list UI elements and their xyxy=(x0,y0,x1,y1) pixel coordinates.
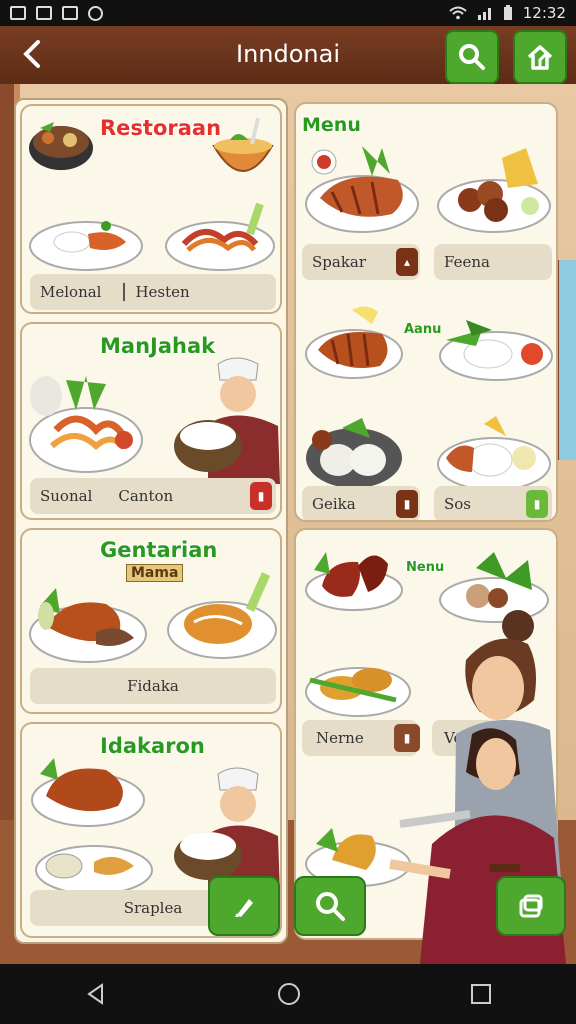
chef-with-rice-illustration xyxy=(174,357,280,484)
food-bowl-illustration xyxy=(29,122,93,170)
nav-back-icon[interactable] xyxy=(84,982,108,1006)
search-button[interactable] xyxy=(445,30,499,84)
window-decoration xyxy=(556,260,576,460)
restaurant-label-bar: Melonal Hesten xyxy=(30,274,276,310)
grilled-fish-plate-illustration xyxy=(305,146,419,233)
label-spakar: Spakar xyxy=(312,253,367,271)
rice-plate-illustration xyxy=(29,221,143,271)
glazed-chicken-illustration xyxy=(31,758,145,827)
manjahak-card[interactable]: ManJahak Suonal Canton ▮ xyxy=(20,322,282,520)
image-notification-icon xyxy=(10,5,26,20)
feena-label-bar: Feena xyxy=(434,244,552,280)
side-dishes-illustration xyxy=(35,845,153,895)
home-icon xyxy=(527,45,553,70)
restaurant-card-title: Restoraan xyxy=(100,116,222,140)
label-feena: Feena xyxy=(444,253,490,271)
status-time: 12:32 xyxy=(522,4,566,22)
nav-home-icon[interactable] xyxy=(276,981,302,1007)
search-icon xyxy=(459,44,485,70)
nav-recents-icon[interactable] xyxy=(470,983,492,1005)
label-suonal: Suonal xyxy=(40,487,93,505)
label-melonal: Melonal xyxy=(40,283,102,301)
satay-plate-illustration xyxy=(305,306,403,379)
sos-tag-button[interactable]: ▮ xyxy=(526,490,548,518)
gentarian-label-bar: Fidaka xyxy=(30,668,276,704)
home-button[interactable] xyxy=(513,30,567,84)
meat-dish-illustration xyxy=(305,552,403,611)
copy-icon xyxy=(519,894,543,918)
red-tag-button[interactable]: ▮ xyxy=(250,482,272,510)
soup-bowl-illustration xyxy=(212,117,274,172)
wifi-icon xyxy=(449,6,467,20)
fried-meat-plate-illustration xyxy=(437,148,551,233)
gentarian-card-title: Gentarian xyxy=(100,538,218,562)
brown-tag-button[interactable]: ▴ xyxy=(396,248,418,276)
status-bar: 12:32 xyxy=(0,0,576,26)
gallery-notification-icon xyxy=(36,5,52,20)
battery-icon xyxy=(503,5,512,20)
label-hesten: Hesten xyxy=(123,283,190,301)
chef-serving-illustration xyxy=(174,767,280,894)
app-header: Inndonai xyxy=(0,26,576,84)
label-fidaka: Fidaka xyxy=(127,677,179,695)
label-canton: Canton xyxy=(118,487,174,505)
share-fab-button[interactable] xyxy=(496,876,566,936)
label-geika: Geika xyxy=(312,495,356,513)
noodle-plate-illustration xyxy=(165,202,275,271)
pencil-icon xyxy=(235,899,253,917)
rice-and-vegetables-illustration xyxy=(439,320,553,381)
dumpling-bowl-illustration xyxy=(306,418,402,488)
noodle-dish-illustration xyxy=(29,376,143,473)
gentarian-card[interactable]: Gentarian Mama Fidaka xyxy=(20,528,282,714)
chicken-rice-plate-illustration xyxy=(437,416,551,491)
label-sraplea: Sraplea xyxy=(123,899,183,917)
edit-fab-button[interactable] xyxy=(208,876,280,936)
photo-notification-icon xyxy=(62,5,78,20)
system-nav-bar xyxy=(0,964,576,1024)
menu-panel-title: Menu xyxy=(302,114,361,136)
pinterest-notification-icon xyxy=(88,5,103,21)
search-fab-icon xyxy=(316,892,345,921)
label-sos: Sos xyxy=(444,495,472,513)
geika-tag-button[interactable]: ▮ xyxy=(396,490,418,518)
manjahak-label-bar: Suonal Canton xyxy=(30,478,276,514)
sauce-dish-illustration xyxy=(167,572,277,659)
menu-panel: Menu Spakar ▴ Feena Aanu Geika ▮ Sos ▮ xyxy=(294,102,558,522)
label-nerne: Nerne xyxy=(316,729,364,747)
restaurant-card[interactable]: Restoraan Melonal Hesten xyxy=(20,104,282,314)
search-fab-button[interactable] xyxy=(294,876,366,936)
signal-icon xyxy=(477,8,491,20)
roast-chicken-illustration xyxy=(29,588,147,663)
